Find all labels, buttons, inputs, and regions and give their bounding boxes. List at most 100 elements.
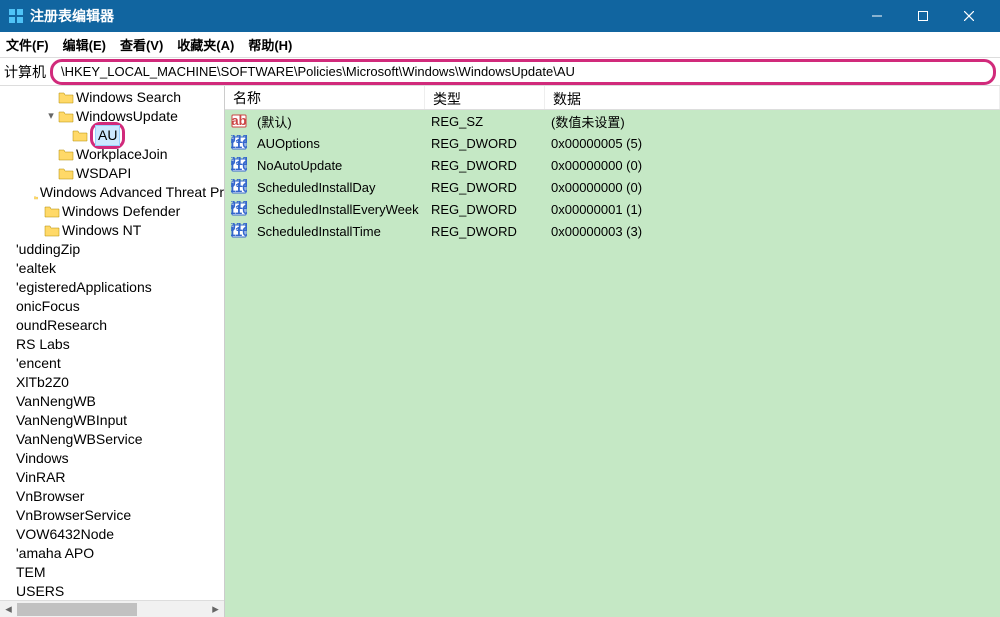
tree-item[interactable]: TEM: [2, 563, 224, 582]
tree-item[interactable]: 'ealtek: [2, 259, 224, 278]
tree-item-label: 'ealtek: [16, 259, 56, 278]
tree-item-label: Vindows: [16, 449, 69, 468]
tree-item[interactable]: Windows Advanced Threat Pr: [2, 183, 224, 202]
tree-item[interactable]: WorkplaceJoin: [2, 145, 224, 164]
tree-item[interactable]: WSDAPI: [2, 164, 224, 183]
tree-item[interactable]: VnBrowser: [2, 487, 224, 506]
value-data: 0x00000003 (3): [545, 224, 1000, 239]
app-icon: [8, 8, 24, 24]
tree-scrollbar[interactable]: ◂ ▸: [0, 600, 224, 617]
tree-item-label: VanNengWBService: [16, 430, 143, 449]
tree-item[interactable]: VanNengWB: [2, 392, 224, 411]
column-type[interactable]: 类型: [425, 86, 545, 109]
address-input[interactable]: [61, 64, 985, 79]
tree-item[interactable]: 'uddingZip: [2, 240, 224, 259]
value-name: AUOptions: [251, 136, 326, 151]
tree-item-label: VnBrowserService: [16, 506, 131, 525]
tree-item[interactable]: oundResearch: [2, 316, 224, 335]
value-row[interactable]: 011110ScheduledInstallEveryWeekREG_DWORD…: [225, 198, 1000, 220]
menu-bar: 文件(F) 编辑(E) 查看(V) 收藏夹(A) 帮助(H): [0, 32, 1000, 58]
tree-item-label: oundResearch: [16, 316, 107, 335]
tree-item[interactable]: AU: [2, 126, 224, 145]
tree-item-label: 'egisteredApplications: [16, 278, 152, 297]
value-data: (数值未设置): [545, 112, 1000, 131]
tree-item[interactable]: VnBrowserService: [2, 506, 224, 525]
value-icon: 011110: [231, 201, 247, 217]
scroll-thumb[interactable]: [17, 603, 137, 616]
menu-view[interactable]: 查看(V): [120, 35, 163, 54]
value-row[interactable]: 011110ScheduledInstallTimeREG_DWORD0x000…: [225, 220, 1000, 242]
tree-item-label: Windows Search: [76, 88, 181, 107]
expand-icon[interactable]: ▾: [44, 107, 58, 126]
tree-item[interactable]: USERS: [2, 582, 224, 601]
svg-text:110: 110: [231, 224, 247, 239]
tree-item-label: VanNengWBInput: [16, 411, 127, 430]
tree-item[interactable]: 'egisteredApplications: [2, 278, 224, 297]
svg-text:110: 110: [231, 136, 247, 151]
value-type: REG_DWORD: [425, 180, 545, 195]
tree-item[interactable]: Windows Search: [2, 88, 224, 107]
folder-icon: [58, 110, 74, 124]
menu-help[interactable]: 帮助(H): [248, 35, 292, 54]
tree-item-label: WindowsUpdate: [76, 107, 178, 126]
window-title: 注册表编辑器: [30, 6, 854, 26]
svg-text:110: 110: [231, 158, 247, 173]
tree-item[interactable]: Vindows: [2, 449, 224, 468]
address-highlight: [50, 59, 996, 85]
value-type: REG_DWORD: [425, 158, 545, 173]
value-type: REG_DWORD: [425, 136, 545, 151]
value-name: ScheduledInstallTime: [251, 224, 387, 239]
column-data[interactable]: 数据: [545, 86, 1000, 109]
menu-favorites[interactable]: 收藏夹(A): [177, 35, 234, 54]
value-row[interactable]: 011110AUOptionsREG_DWORD0x00000005 (5): [225, 132, 1000, 154]
value-type: REG_DWORD: [425, 224, 545, 239]
tree-item[interactable]: 'encent: [2, 354, 224, 373]
maximize-button[interactable]: [900, 0, 946, 32]
value-row[interactable]: 011110ScheduledInstallDayREG_DWORD0x0000…: [225, 176, 1000, 198]
tree-item[interactable]: VinRAR: [2, 468, 224, 487]
scroll-left-button[interactable]: ◂: [0, 601, 17, 617]
tree-item[interactable]: XlTb2Z0: [2, 373, 224, 392]
value-icon: 011110: [231, 157, 247, 173]
close-button[interactable]: [946, 0, 992, 32]
address-bar: 计算机: [0, 58, 1000, 86]
tree-item-label: Windows NT: [62, 221, 141, 240]
tree-item-label: onicFocus: [16, 297, 80, 316]
value-name: (默认): [251, 112, 298, 131]
column-name[interactable]: 名称: [225, 86, 425, 109]
tree-item[interactable]: Windows NT: [2, 221, 224, 240]
menu-file[interactable]: 文件(F): [6, 35, 49, 54]
tree-item-label: Windows Advanced Threat Pr: [40, 183, 224, 202]
tree-item[interactable]: onicFocus: [2, 297, 224, 316]
tree-item[interactable]: VOW6432Node: [2, 525, 224, 544]
tree-item-label: Windows Defender: [62, 202, 180, 221]
tree-item[interactable]: VanNengWBService: [2, 430, 224, 449]
value-type: REG_SZ: [425, 114, 545, 129]
svg-text:ab: ab: [231, 113, 246, 128]
tree-item-label: AU: [95, 125, 120, 146]
tree-item-label: RS Labs: [16, 335, 70, 354]
tree-item[interactable]: 'amaha APO: [2, 544, 224, 563]
tree-item-label: 'encent: [16, 354, 61, 373]
menu-edit[interactable]: 编辑(E): [63, 35, 106, 54]
value-icon: ab: [231, 113, 247, 129]
value-row[interactable]: ab (默认) REG_SZ(数值未设置): [225, 110, 1000, 132]
tree-item-label: 'uddingZip: [16, 240, 80, 259]
column-header: 名称 类型 数据: [225, 86, 1000, 110]
tree-item-label: VnBrowser: [16, 487, 84, 506]
tree-item-label: VanNengWB: [16, 392, 96, 411]
scroll-right-button[interactable]: ▸: [207, 601, 224, 617]
folder-icon: [34, 186, 38, 200]
value-data: 0x00000005 (5): [545, 136, 1000, 151]
value-name: NoAutoUpdate: [251, 158, 348, 173]
svg-text:110: 110: [231, 202, 247, 217]
value-row[interactable]: 011110NoAutoUpdateREG_DWORD0x00000000 (0…: [225, 154, 1000, 176]
tree-item[interactable]: VanNengWBInput: [2, 411, 224, 430]
tree-item[interactable]: RS Labs: [2, 335, 224, 354]
minimize-button[interactable]: [854, 0, 900, 32]
value-data: 0x00000001 (1): [545, 202, 1000, 217]
scroll-track[interactable]: [17, 601, 207, 617]
title-bar: 注册表编辑器: [0, 0, 1000, 32]
tree-item-label: VinRAR: [16, 468, 66, 487]
tree-item[interactable]: Windows Defender: [2, 202, 224, 221]
